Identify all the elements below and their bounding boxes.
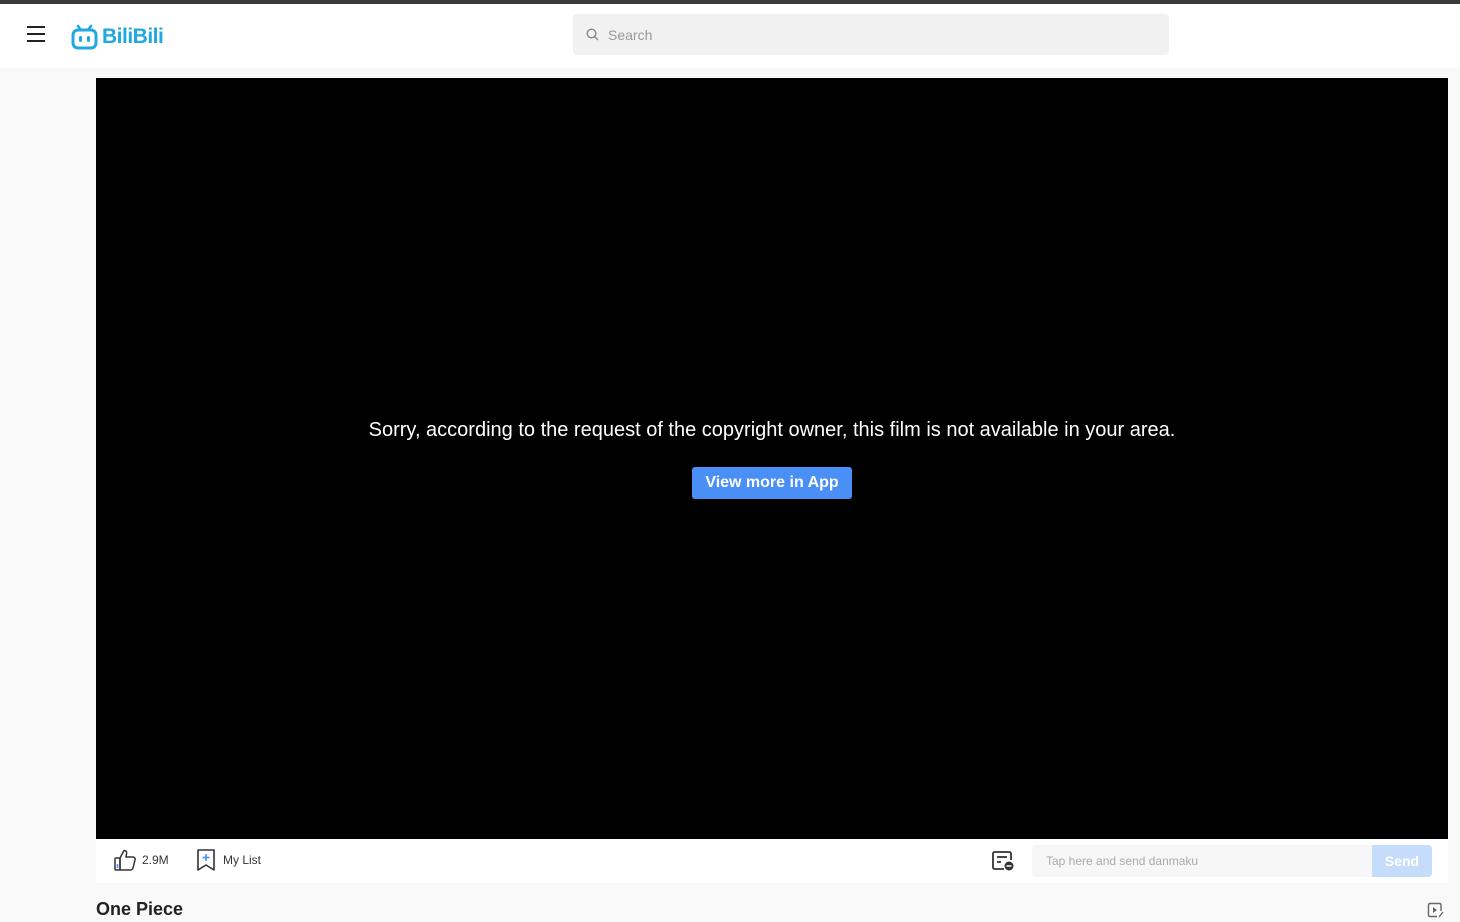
video-play-button[interactable] xyxy=(1427,902,1445,922)
my-list-label: My List xyxy=(223,853,262,867)
send-button[interactable]: Send xyxy=(1372,845,1432,877)
view-more-in-app-button[interactable]: View more in App xyxy=(692,467,852,499)
search-bar[interactable] xyxy=(573,14,1169,55)
danmaku-off-icon xyxy=(992,851,1014,871)
like-button[interactable]: 2.9M xyxy=(113,848,169,872)
bilibili-tv-icon xyxy=(71,24,98,50)
danmaku-toggle-button[interactable] xyxy=(991,850,1015,877)
bookmark-add-icon xyxy=(197,849,215,871)
danmaku-input[interactable] xyxy=(1032,845,1372,877)
thumbs-up-icon xyxy=(114,849,136,871)
search-input[interactable] xyxy=(608,26,1148,43)
header: BiliBili xyxy=(0,4,1460,68)
logo-text: BiliBili xyxy=(102,25,164,48)
video-title: One Piece xyxy=(96,899,184,919)
hamburger-icon-line xyxy=(27,26,45,28)
search-icon xyxy=(586,28,599,41)
menu-button[interactable] xyxy=(27,26,45,42)
action-bar: 2.9M My List Send xyxy=(96,839,1448,883)
play-edit-icon xyxy=(1427,902,1444,918)
hamburger-icon-line xyxy=(27,33,45,35)
unavailable-message: Sorry, according to the request of the c… xyxy=(368,419,1176,441)
my-list-button[interactable]: My List xyxy=(196,848,261,872)
hamburger-icon-line xyxy=(27,40,45,42)
like-count: 2.9M xyxy=(142,853,169,867)
video-player[interactable]: Sorry, according to the request of the c… xyxy=(96,78,1448,839)
logo[interactable]: BiliBili xyxy=(71,23,164,51)
